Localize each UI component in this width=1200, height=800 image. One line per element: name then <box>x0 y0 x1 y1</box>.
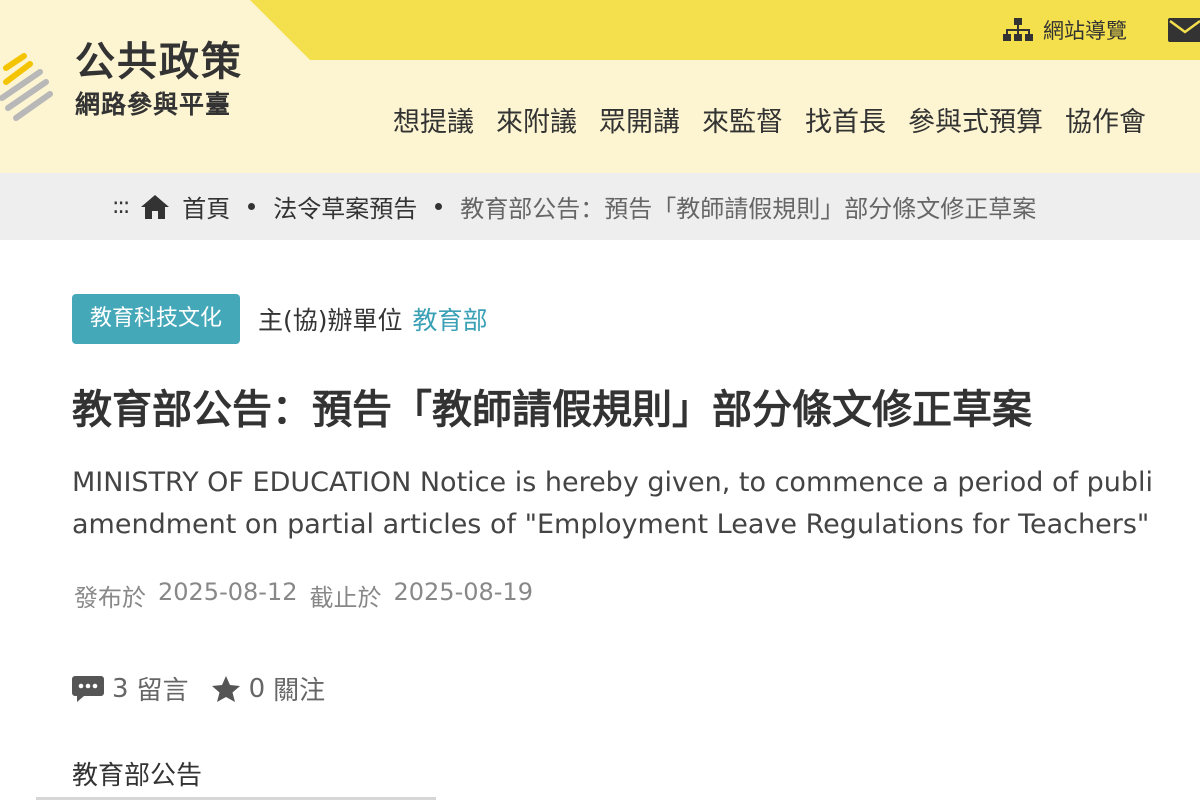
follows-count: 0 <box>248 673 266 704</box>
breadcrumb-section[interactable]: 法令草案預告 <box>273 189 417 224</box>
deadline-date: 2025-08-19 <box>393 578 533 606</box>
nav-item-officials[interactable]: 找首長 <box>805 104 886 142</box>
published-label: 發布於 <box>74 584 146 612</box>
follows-label: 關注 <box>273 676 326 706</box>
accesskey-dots[interactable]: ::: <box>112 194 130 219</box>
logo-subtitle[interactable]: 網路參與平臺 <box>75 92 231 117</box>
organizer-link[interactable]: 教育部 <box>413 301 488 337</box>
sitemap-icon <box>1003 18 1033 41</box>
follow-button[interactable]: 0 關注 <box>211 670 326 707</box>
nav-item-budget[interactable]: 參與式預算 <box>908 104 1043 142</box>
article-meta-row: 教育科技文化 主(協)辦單位 教育部 <box>72 294 488 344</box>
comments-label: 留言 <box>136 676 189 706</box>
breadcrumb-home[interactable]: 首頁 <box>182 189 230 224</box>
nav-item-propose[interactable]: 想提議 <box>393 104 474 142</box>
nav-item-supervise[interactable]: 來監督 <box>702 104 783 142</box>
main-nav: 想提議 來附議 眾開講 來監督 找首長 參與式預算 協作會 <box>393 104 1146 142</box>
comments-button[interactable]: 3 留言 <box>72 670 189 707</box>
breadcrumb-separator <box>248 203 256 210</box>
nav-item-discuss[interactable]: 眾開講 <box>599 104 680 142</box>
comment-icon <box>72 675 104 702</box>
engagement-stats: 3 留言 0 關注 <box>72 670 325 707</box>
breadcrumb-current: 教育部公告：預告「教師請假規則」部分條文修正草案 <box>460 195 1037 223</box>
sitemap-label: 網站導覽 <box>1043 19 1127 43</box>
logo-stripes-icon <box>0 53 53 121</box>
logo-title[interactable]: 公共政策 <box>75 42 243 82</box>
deadline-label: 截止於 <box>309 584 382 612</box>
body-heading: 教育部公告 <box>72 761 203 791</box>
breadcrumb: ::: 首頁 法令草案預告 教育部公告：預告「教師請假規則」部分條文修正草案 <box>0 173 1200 240</box>
english-title-line-1: MINISTRY OF EDUCATION Notice is hereby g… <box>72 467 1154 498</box>
published-date: 2025-08-12 <box>158 578 298 606</box>
english-title-line-2: amendment on partial articles of "Employ… <box>72 509 1150 540</box>
date-info: 發布於 2025-08-12 截止於 2025-08-19 <box>74 578 533 613</box>
english-title: MINISTRY OF EDUCATION Notice is hereby g… <box>72 462 1200 546</box>
star-icon <box>211 675 240 702</box>
page-title: 教育部公告：預告「教師請假規則」部分條文修正草案 <box>72 387 1032 433</box>
breadcrumb-separator <box>435 203 443 210</box>
nav-item-endorse[interactable]: 來附議 <box>496 104 577 142</box>
sitemap-link[interactable]: 網站導覽 <box>1003 14 1127 46</box>
site-header: 公共政策 網路參與平臺 網站導覽 想提議 來附議 眾開講 來監督 找首長 參與式… <box>0 0 1200 173</box>
mail-icon[interactable] <box>1168 16 1200 44</box>
category-badge[interactable]: 教育科技文化 <box>72 294 241 344</box>
organizer-label: 主(協)辦單位 <box>258 306 403 335</box>
nav-item-collab[interactable]: 協作會 <box>1065 104 1146 142</box>
home-icon[interactable] <box>140 194 170 220</box>
comments-count: 3 <box>112 673 129 704</box>
